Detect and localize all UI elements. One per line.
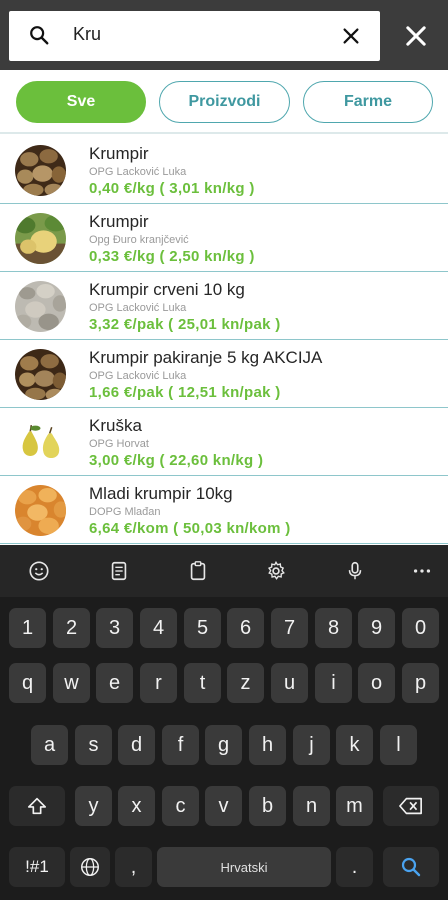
product-price: 3,32 €/pak ( 25,01 kn/pak )	[89, 316, 281, 333]
product-thumbnail	[15, 349, 66, 400]
seller-name: Opg Đuro kranjčević	[89, 234, 189, 246]
seller-name: OPG Lacković Luka	[89, 370, 187, 382]
clear-search-icon[interactable]	[340, 25, 362, 47]
key-d[interactable]: d	[118, 725, 155, 765]
key-r[interactable]: r	[140, 663, 177, 703]
comma-key[interactable]: ,	[115, 847, 152, 887]
search-icon	[401, 857, 421, 877]
product-name: Krumpir pakiranje 5 kg AKCIJA	[89, 348, 323, 367]
globe-icon	[81, 858, 99, 876]
backspace-icon	[399, 797, 422, 815]
key-n[interactable]: n	[293, 786, 330, 826]
key-8[interactable]: 8	[315, 608, 352, 648]
key-o[interactable]: o	[358, 663, 395, 703]
clipboard-history-icon[interactable]	[183, 556, 213, 586]
product-price: 1,66 €/pak ( 12,51 kn/pak )	[89, 384, 281, 401]
key-t[interactable]: t	[184, 663, 221, 703]
product-thumbnail	[15, 485, 66, 536]
product-price: 6,64 €/kom ( 50,03 kn/kom )	[89, 520, 291, 537]
key-9[interactable]: 9	[358, 608, 395, 648]
product-thumbnail	[15, 145, 66, 196]
symbols-key[interactable]: !#1	[9, 847, 65, 887]
key-c[interactable]: c	[162, 786, 199, 826]
key-l[interactable]: l	[380, 725, 417, 765]
key-w[interactable]: w	[53, 663, 90, 703]
product-price: 3,00 €/kg ( 22,60 kn/kg )	[89, 452, 264, 469]
product-name: Krumpir crveni 10 kg	[89, 280, 245, 299]
seller-name: OPG Horvat	[89, 438, 149, 450]
space-key[interactable]: Hrvatski	[157, 847, 331, 887]
product-price: 0,33 €/kg ( 2,50 kn/kg )	[89, 248, 255, 265]
key-i[interactable]: i	[315, 663, 352, 703]
key-0[interactable]: 0	[402, 608, 439, 648]
key-6[interactable]: 6	[227, 608, 264, 648]
product-thumbnail	[15, 281, 66, 332]
seller-name: DOPG Mlađan	[89, 506, 161, 518]
product-name: Krumpir	[89, 212, 149, 231]
search-icon	[30, 26, 49, 45]
key-k[interactable]: k	[336, 725, 373, 765]
product-thumbnail	[15, 213, 66, 264]
key-4[interactable]: 4	[140, 608, 177, 648]
shift-icon	[27, 797, 47, 815]
key-j[interactable]: j	[293, 725, 330, 765]
key-g[interactable]: g	[205, 725, 242, 765]
key-x[interactable]: x	[118, 786, 155, 826]
keyboard-toolbar	[0, 545, 448, 597]
key-y[interactable]: y	[75, 786, 112, 826]
language-key[interactable]	[70, 847, 110, 887]
shift-key[interactable]	[9, 786, 65, 826]
key-3[interactable]: 3	[96, 608, 133, 648]
product-price: 0,40 €/kg ( 3,01 kn/kg )	[89, 180, 255, 197]
on-screen-keyboard: 1 2 3 4 5 6 7 8 9 0 q w e r t z u i o p …	[0, 545, 448, 900]
settings-icon[interactable]	[261, 556, 291, 586]
key-5[interactable]: 5	[184, 608, 221, 648]
tab-farms[interactable]: Farme	[303, 81, 433, 123]
list-item[interactable]: Kruška OPG Horvat 3,00 €/kg ( 22,60 kn/k…	[0, 408, 448, 476]
more-icon[interactable]	[407, 556, 437, 586]
key-u[interactable]: u	[271, 663, 308, 703]
emoji-icon[interactable]	[24, 556, 54, 586]
backspace-key[interactable]	[383, 786, 439, 826]
filter-tabs: Sve Proizvodi Farme	[0, 70, 448, 134]
product-thumbnail	[15, 417, 66, 468]
seller-name: OPG Lacković Luka	[89, 166, 187, 178]
search-key[interactable]	[383, 847, 439, 887]
key-2[interactable]: 2	[53, 608, 90, 648]
microphone-icon[interactable]	[340, 556, 370, 586]
close-search-icon[interactable]	[402, 22, 430, 50]
clipboard-icon[interactable]	[104, 556, 134, 586]
key-m[interactable]: m	[336, 786, 373, 826]
key-7[interactable]: 7	[271, 608, 308, 648]
product-name: Mladi krumpir 10kg	[89, 484, 233, 503]
key-p[interactable]: p	[402, 663, 439, 703]
tab-all[interactable]: Sve	[16, 81, 146, 123]
product-name: Krumpir	[89, 144, 149, 163]
key-q[interactable]: q	[9, 663, 46, 703]
key-v[interactable]: v	[205, 786, 242, 826]
seller-name: OPG Lacković Luka	[89, 302, 187, 314]
key-z[interactable]: z	[227, 663, 264, 703]
list-item[interactable]: Mladi krumpir 10kg DOPG Mlađan 6,64 €/ko…	[0, 476, 448, 544]
results-list: Krumpir OPG Lacković Luka 0,40 €/kg ( 3,…	[0, 136, 448, 544]
key-b[interactable]: b	[249, 786, 286, 826]
list-item[interactable]: Krumpir Opg Đuro kranjčević 0,33 €/kg ( …	[0, 204, 448, 272]
search-box[interactable]	[9, 11, 380, 61]
key-e[interactable]: e	[96, 663, 133, 703]
product-name: Kruška	[89, 416, 142, 435]
list-item[interactable]: Krumpir pakiranje 5 kg AKCIJA OPG Lackov…	[0, 340, 448, 408]
list-item[interactable]: Krumpir OPG Lacković Luka 0,40 €/kg ( 3,…	[0, 136, 448, 204]
key-h[interactable]: h	[249, 725, 286, 765]
tab-products[interactable]: Proizvodi	[159, 81, 290, 123]
list-item[interactable]: Krumpir crveni 10 kg OPG Lacković Luka 3…	[0, 272, 448, 340]
search-toolbar: Kru	[0, 0, 448, 70]
key-1[interactable]: 1	[9, 608, 46, 648]
key-a[interactable]: a	[31, 725, 68, 765]
key-f[interactable]: f	[162, 725, 199, 765]
key-s[interactable]: s	[75, 725, 112, 765]
search-input[interactable]: Kru	[73, 24, 101, 45]
period-key[interactable]: .	[336, 847, 373, 887]
